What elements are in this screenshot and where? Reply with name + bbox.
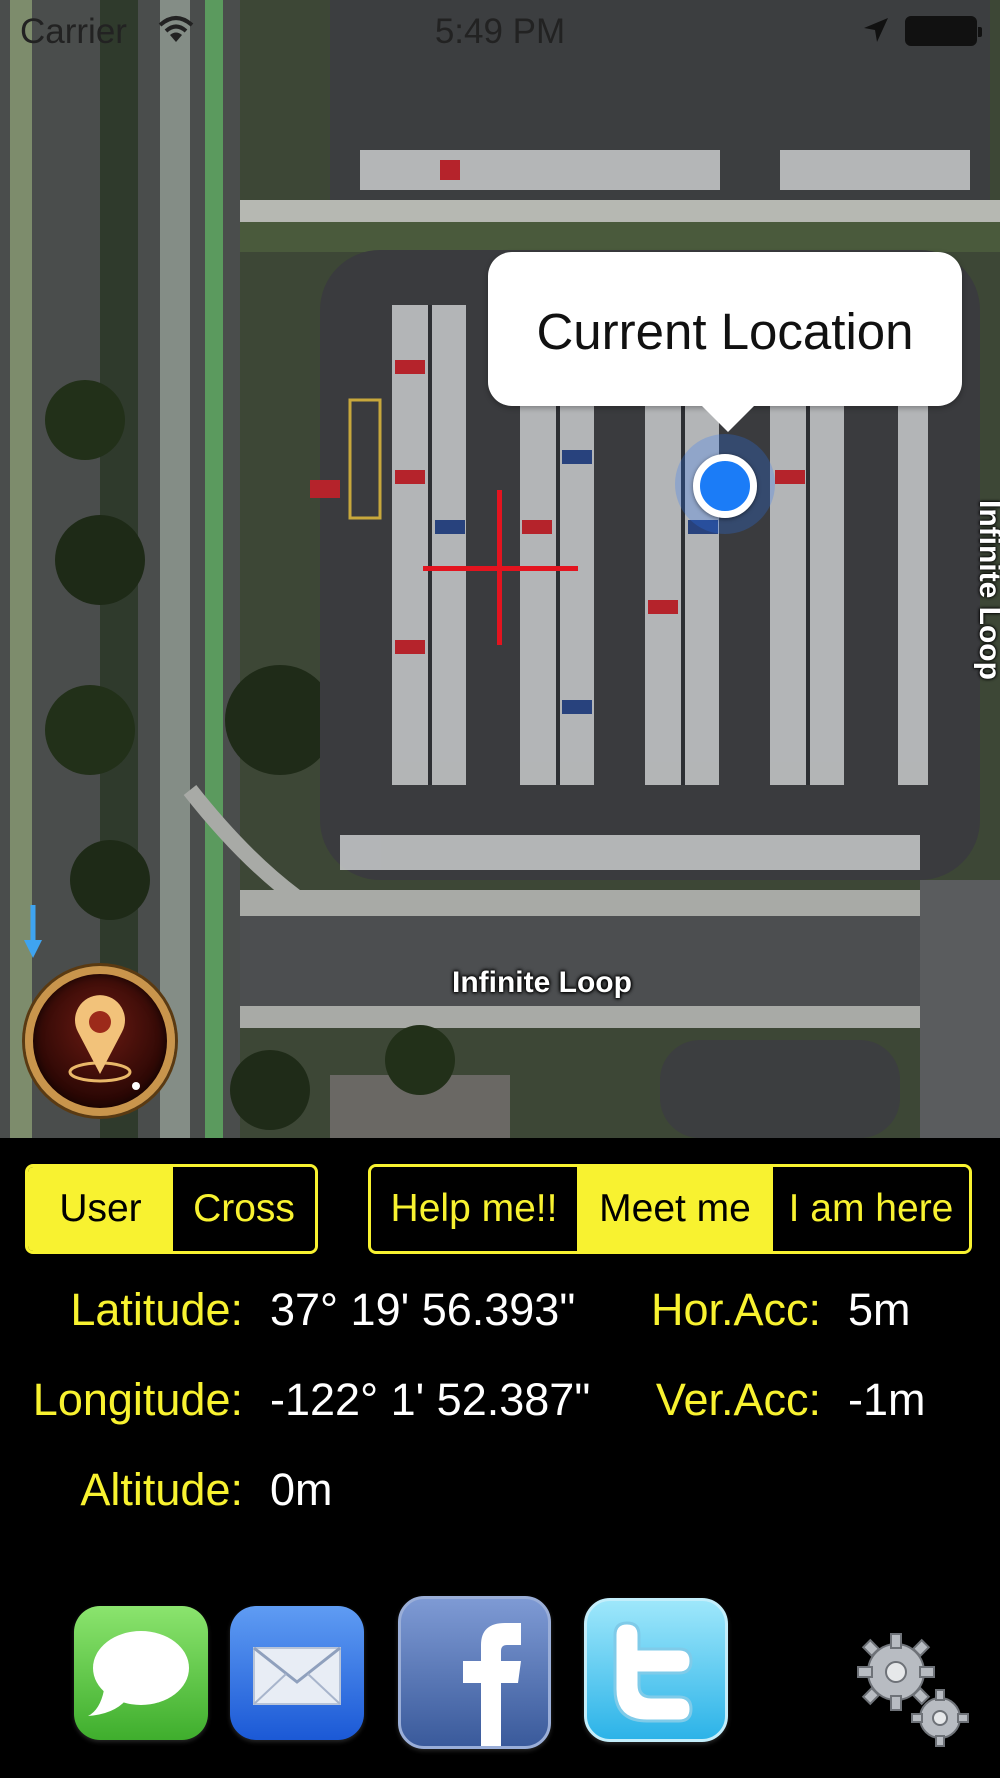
satellite-map[interactable]: Carrier 5:49 PM Current Location Infinit… [0, 0, 1000, 1138]
location-callout[interactable]: Current Location [488, 252, 962, 432]
crosshair-horizontal [423, 566, 578, 571]
help-me-button[interactable]: Help me!! [371, 1167, 577, 1251]
twitter-icon [613, 1621, 693, 1723]
map-pin-icon [68, 995, 140, 1090]
action-bar: Help me!! Meet me I am here [368, 1164, 972, 1254]
latitude-value: 37° 19' 56.393" [270, 1284, 576, 1335]
battery-icon [905, 16, 982, 46]
latitude-label: Latitude: [70, 1284, 243, 1335]
status-bar: Carrier 5:49 PM [0, 0, 1000, 64]
mail-icon [253, 1646, 341, 1705]
longitude-value: -122° 1' 52.387" [270, 1374, 591, 1425]
clock-label: 5:49 PM [434, 12, 566, 51]
hor-acc-value: 5m [848, 1284, 911, 1335]
user-mode-button[interactable]: User [28, 1167, 173, 1251]
altitude-label: Altitude: [80, 1464, 243, 1515]
twitter-share-button[interactable] [584, 1598, 728, 1742]
mode-toggle: User Cross [25, 1164, 318, 1254]
longitude-label: Longitude: [32, 1374, 243, 1425]
facebook-share-button[interactable] [398, 1596, 551, 1749]
messages-icon [88, 1631, 189, 1716]
settings-gear-icon[interactable] [852, 1628, 972, 1753]
locate-pin-button[interactable] [25, 966, 175, 1116]
altitude-value: 0m [270, 1464, 333, 1515]
callout-title: Current Location [536, 303, 914, 360]
user-location-dot[interactable] [693, 454, 757, 518]
road-label-vertical: Infinite Loop [973, 500, 1000, 680]
ver-acc-value: -1m [848, 1374, 926, 1425]
i-am-here-button[interactable]: I am here [773, 1167, 969, 1251]
meet-me-button[interactable]: Meet me [577, 1167, 773, 1251]
road-label: Infinite Loop [452, 966, 632, 999]
mail-share-button[interactable] [230, 1606, 364, 1740]
hor-acc-label: Hor.Acc: [650, 1284, 821, 1335]
messages-share-button[interactable] [74, 1606, 208, 1740]
cross-mode-button[interactable]: Cross [173, 1167, 315, 1251]
ver-acc-label: Ver.Acc: [655, 1374, 821, 1425]
facebook-icon [463, 1623, 521, 1746]
